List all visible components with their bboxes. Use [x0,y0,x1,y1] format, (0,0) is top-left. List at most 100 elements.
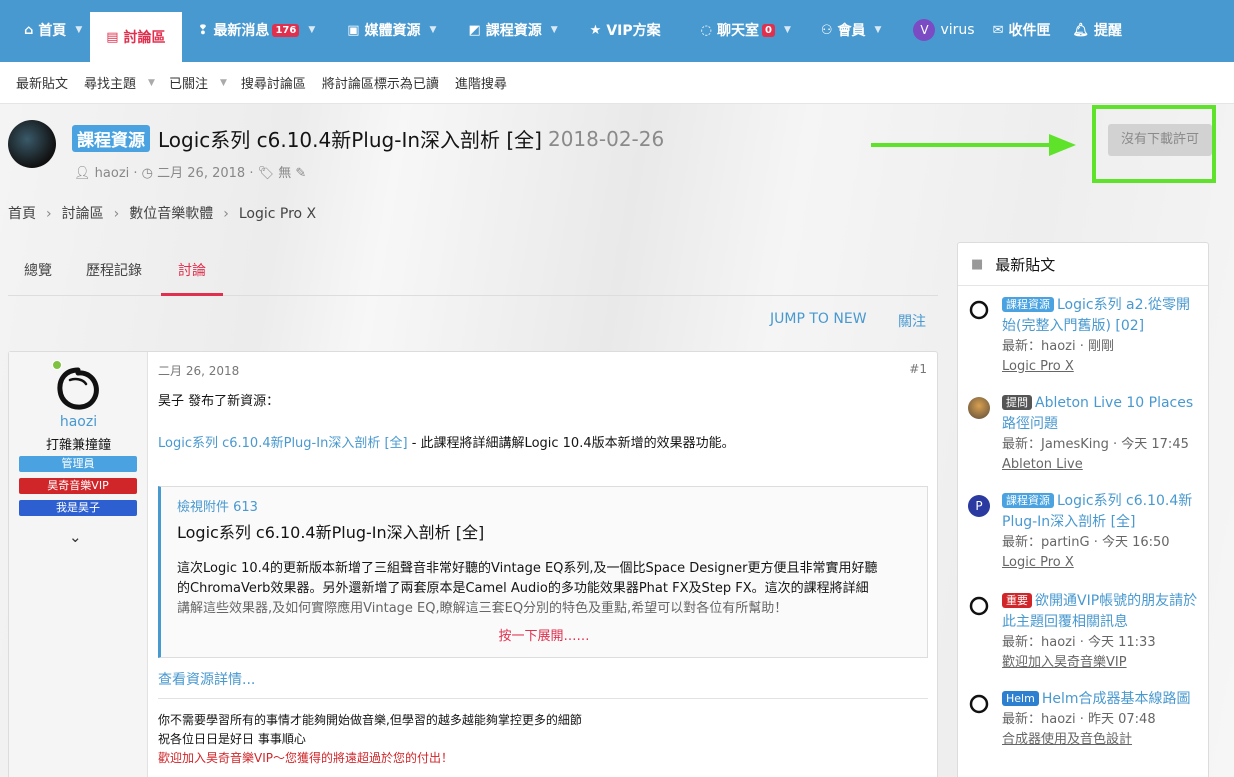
thread-title: Logic系列 c6.10.4新Plug-In深入剖析 [全] [158,128,542,152]
post-intro: 昊子 發布了新資源： [158,394,280,409]
prefix-badge: 提問 [1002,395,1032,410]
breadcrumb: 首頁 › 討論區 › 數位音樂軟體 › Logic Pro X [8,203,316,223]
avatar[interactable] [968,693,990,715]
tab-discussion[interactable]: 討論 [178,260,206,280]
chevron-down-icon[interactable]: ▼ [784,25,791,35]
active-tab-indicator [161,293,223,296]
avatar[interactable] [968,595,990,617]
watch-link[interactable]: 關注 [898,311,926,331]
star-icon: ★ [589,22,602,38]
chevron-down-icon[interactable]: ▼ [308,25,315,35]
nav-tab-home[interactable]: ⌂ 首頁 ▼ [14,5,90,55]
post-username[interactable]: haozi [9,414,148,430]
nav-tab-news[interactable]: ❢ 最新消息 176 ▼ [188,5,324,55]
resource-tabs: 總覽 歷程記錄 討論 [8,248,938,296]
forum-link[interactable]: Logic Pro X [1002,553,1202,573]
forum-link[interactable]: 合成器使用及音色設計 [1002,730,1202,750]
subnav-search-forums[interactable]: 搜尋討論區 [241,73,306,92]
chevron-down-icon[interactable]: ⌄ [69,528,82,546]
post-date[interactable]: 二月 26, 2018 [158,362,239,379]
last-post-meta: 最新：partinG · 今天 16:50 [1002,535,1170,550]
jump-to-new-link[interactable]: JUMP TO NEW [770,311,867,327]
list-item-content: 課程資源 Logic系列 c6.10.4新Plug-In深入剖析 [全] 最新：p… [1002,491,1202,573]
thread-author[interactable]: haozi [95,166,130,181]
chat-icon: ◌ [700,22,712,38]
nav-alerts[interactable]: 🔔︎ 提醒 [1062,5,1130,55]
nav-tab-chat[interactable]: ◌ 聊天室 0 ▼ [691,5,799,55]
expand-link[interactable]: 按一下展開…… [177,625,911,644]
view-attachment-link[interactable]: 檢視附件 613 [177,496,911,515]
banner-vip: 昊奇音樂VIP [19,478,137,494]
nav-tab-resources[interactable]: ◩ 課程資源 ▼ [458,5,565,55]
list-item-content: 重要 欲開通VIP帳號的朋友請於此主題回覆相關訊息 最新：haozi · 今天 1… [1002,591,1202,673]
avatar[interactable] [55,366,101,412]
avatar[interactable] [968,397,990,419]
chevron-down-icon[interactable]: ▼ [430,25,437,35]
chevron-down-icon[interactable]: ▼ [875,25,882,35]
nav-tab-vip[interactable]: ★ VIP方案 [580,5,669,55]
pencil-icon[interactable]: ✎ [295,166,306,181]
signature-line: 祝各位日日是好日 事事順心 [158,732,306,746]
post-number[interactable]: #1 [909,362,927,376]
signature-line: 你不需要學習所有的事情才能夠開始做音樂,但學習的越多越能夠掌控更多的細節 [158,713,582,727]
breadcrumb-logic-pro-x[interactable]: Logic Pro X [239,206,316,222]
resource-icon-avatar[interactable] [8,120,56,168]
attachment-desc-line: 這次Logic 10.4的更新版本新增了三組聲音非常好聽的Vintage EQ系… [177,561,878,576]
view-resource-details-link[interactable]: 查看資源詳情... [158,669,255,689]
attachment-quote: 檢視附件 613 Logic系列 c6.10.4新Plug-In深入剖析 [全]… [158,486,928,658]
prefix-badge: 課程資源 [1002,297,1054,312]
green-arrow-annotation [871,134,1076,156]
top-navigation: ⌂ 首頁 ▼ ▤ 討論區 ❢ 最新消息 176 ▼ ▣ 媒體資源 ▼ ◩ 課程資… [0,0,1234,62]
tag-icon: 🏷︎ [257,166,275,181]
news-icon: ❢ [197,22,209,38]
user-title: 打雜兼撞鐘 [45,438,111,453]
attachment-description: 這次Logic 10.4的更新版本新增了三組聲音非常好聽的Vintage EQ系… [177,559,911,619]
forum-link[interactable]: Logic Pro X [1002,357,1202,377]
tab-overview[interactable]: 總覽 [24,260,52,280]
nav-tab-label: 課程資源 [485,23,542,39]
subnav-mark-read[interactable]: 將討論區標示為已讀 [322,73,439,92]
thread-date[interactable]: 二月 26, 2018 [157,166,245,181]
home-icon: ⌂ [24,22,34,38]
resource-link[interactable]: Logic系列 c6.10.4新Plug-In深入剖析 [全] [158,436,408,451]
chevron-down-icon[interactable]: ▼ [551,25,558,35]
nav-inbox[interactable]: ✉ 收件匣 [983,5,1059,55]
subnav-advanced-search[interactable]: 進階搜尋 [455,73,507,92]
thread-meta: 👤︎ haozi · ◷ 二月 26, 2018 · 🏷︎ 無 ✎ [74,166,307,181]
subnav-watched[interactable]: 已關注 [169,73,208,92]
avatar[interactable]: P [968,495,990,517]
media-icon: ▣ [347,22,360,38]
nav-tab-forums[interactable]: ▤ 討論區 [90,12,182,62]
breadcrumb-forums[interactable]: 討論區 [62,206,104,222]
chevron-down-icon[interactable]: ▼ [220,78,227,88]
sub-navigation: 最新貼文 尋找主題 ▼ 已關注 ▼ 搜尋討論區 將討論區標示為已讀 進階搜尋 [0,62,1234,104]
nav-user-menu[interactable]: V virus [903,5,982,55]
forum-link[interactable]: 歡迎加入昊奇音樂VIP [1002,653,1202,673]
forum-link[interactable]: Ableton Live [1002,455,1202,475]
no-download-permission-button[interactable]: 沒有下載許可 [1108,124,1212,156]
sidebar-header: ■ 最新貼文 [958,243,1208,286]
subnav-find-threads[interactable]: 尋找主題 [84,73,136,92]
last-post-meta: 最新：haozi · 今天 11:33 [1002,635,1156,650]
nav-tab-media[interactable]: ▣ 媒體資源 ▼ [337,5,444,55]
thread-link[interactable]: Helm合成器基本線路圖 [1042,691,1191,707]
breadcrumb-digital-music[interactable]: 數位音樂軟體 [129,206,213,222]
chevron-down-icon[interactable]: ▼ [75,25,82,35]
thread-tags: 無 [278,166,292,181]
thread-prefix-badge[interactable]: 課程資源 [72,125,150,152]
nav-tab-members[interactable]: ⚇ 會員 ▼ [811,5,890,55]
news-count-badge: 176 [272,23,300,37]
nav-tab-label: 首頁 [38,23,67,39]
breadcrumb-home[interactable]: 首頁 [8,206,36,222]
tab-history[interactable]: 歷程記錄 [86,260,142,280]
nav-tab-label: 媒體資源 [364,23,421,39]
post-body: 二月 26, 2018 #1 昊子 發布了新資源： Logic系列 c6.10.… [158,352,928,777]
clock-icon: ◷ [141,166,154,181]
avatar[interactable] [968,299,990,321]
online-status-dot [52,360,62,370]
chevron-right-icon: › [46,206,52,222]
chevron-down-icon[interactable]: ▼ [148,78,155,88]
subnav-new-posts[interactable]: 最新貼文 [16,73,68,92]
chat-count-badge: 0 [761,23,775,37]
nav-username: virus [940,22,975,38]
